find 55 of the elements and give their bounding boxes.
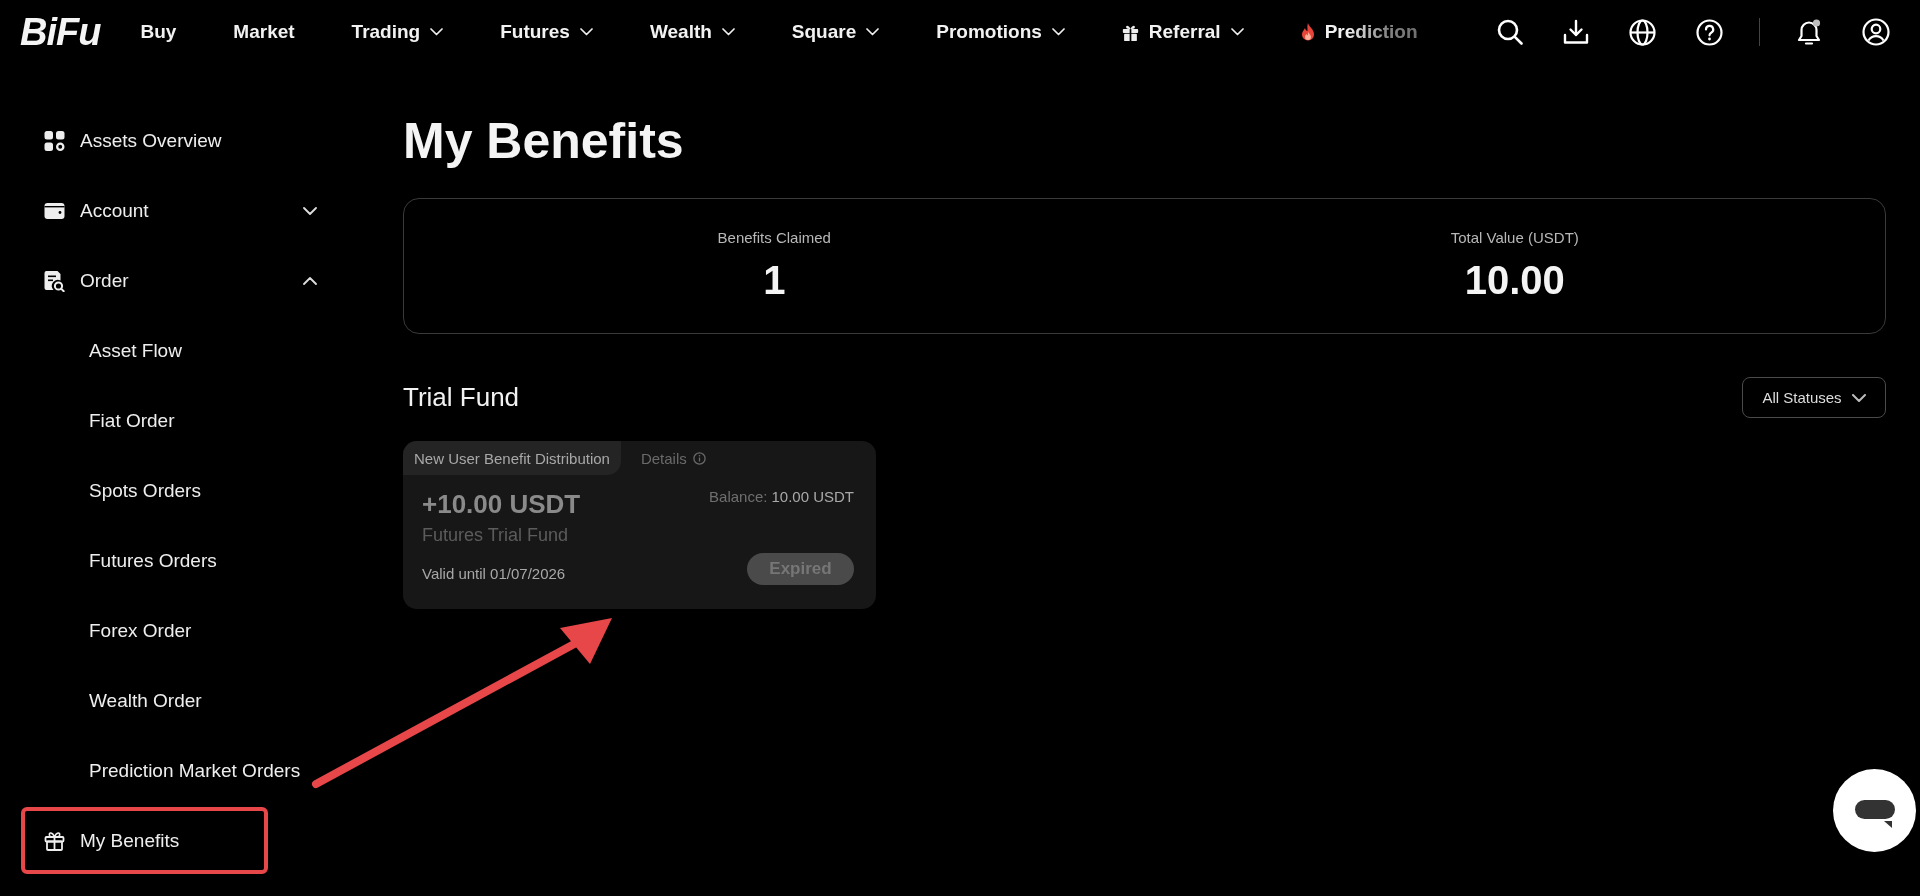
search-icon[interactable]	[1497, 19, 1523, 45]
gift-icon	[1121, 23, 1139, 41]
chevron-down-icon	[579, 28, 593, 36]
balance-value: 10.00 USDT	[771, 488, 854, 506]
sidebar-subitem[interactable]: Asset Flow	[89, 316, 182, 386]
chevron-down-icon	[721, 28, 735, 36]
sidebar-subitem[interactable]: Forex Order	[89, 596, 192, 666]
info-icon	[692, 451, 706, 465]
nav-menu-item[interactable]: Prediction	[1300, 21, 1418, 43]
section-title: Trial Fund	[403, 382, 520, 413]
nav-menu-item[interactable]: Buy	[140, 21, 177, 43]
help-icon[interactable]	[1696, 18, 1723, 46]
balance-label: Balance:	[709, 488, 768, 506]
sidebar-item[interactable]: Assets Overview	[44, 110, 319, 172]
flame-icon	[1300, 23, 1315, 41]
nav-menu-item[interactable]: Trading	[351, 21, 444, 43]
nav-menu-item[interactable]: Square	[791, 21, 880, 43]
gift-icon	[44, 830, 65, 851]
document-search-icon	[44, 270, 65, 292]
download-icon[interactable]	[1563, 19, 1589, 45]
chevron-down-icon	[1051, 28, 1065, 36]
sidebar-item[interactable]: My Benefits	[44, 811, 264, 870]
distribution-label: New User Benefit Distribution	[403, 441, 621, 475]
status-dropdown[interactable]: All Statuses	[1742, 377, 1886, 418]
stat-value: 10.00	[1464, 257, 1565, 303]
stat-label: Total Value (USDT)	[1450, 229, 1579, 247]
nav-menu-item[interactable]: Referral	[1121, 21, 1244, 43]
sidebar-item[interactable]: Account	[44, 180, 319, 242]
page-title: My Benefits	[403, 112, 685, 171]
nav-menu-item[interactable]: Market	[233, 21, 295, 43]
nav-menu-item[interactable]: Futures	[500, 21, 593, 43]
stat-value: 1	[763, 257, 786, 303]
nav-menu-item[interactable]: Promotions	[936, 21, 1065, 43]
sidebar-subitem[interactable]: Spots Orders	[89, 456, 201, 526]
nav-menu-item[interactable]: Wealth	[649, 21, 735, 43]
chevron-down-icon	[1230, 28, 1244, 36]
wallet-icon	[44, 203, 65, 219]
grid-icon	[44, 131, 65, 151]
bell-icon[interactable]	[1796, 18, 1822, 46]
globe-icon[interactable]	[1629, 18, 1656, 46]
validity-date: Valid until 01/07/2026	[422, 565, 566, 583]
fund-name: Futures Trial Fund	[422, 524, 569, 546]
chevron-down-icon	[866, 28, 880, 36]
logo[interactable]: BiFu	[20, 13, 101, 51]
chevron-down-icon	[1851, 393, 1866, 402]
chat-bubble-icon	[1854, 799, 1895, 828]
sidebar-subitem[interactable]: Prediction Market Orders	[89, 736, 301, 806]
benefit-amount: +10.00 USDT	[422, 489, 581, 519]
sidebar-subitem[interactable]: Futures Orders	[89, 526, 217, 596]
sidebar-subitem[interactable]: Fiat Order	[89, 386, 175, 456]
chevron-down-icon	[430, 28, 444, 36]
sidebar-item[interactable]: Order	[44, 250, 319, 312]
sidebar-subitem[interactable]: Wealth Order	[89, 666, 202, 736]
stat-label: Benefits Claimed	[717, 229, 831, 247]
user-profile-icon[interactable]	[1862, 18, 1890, 46]
